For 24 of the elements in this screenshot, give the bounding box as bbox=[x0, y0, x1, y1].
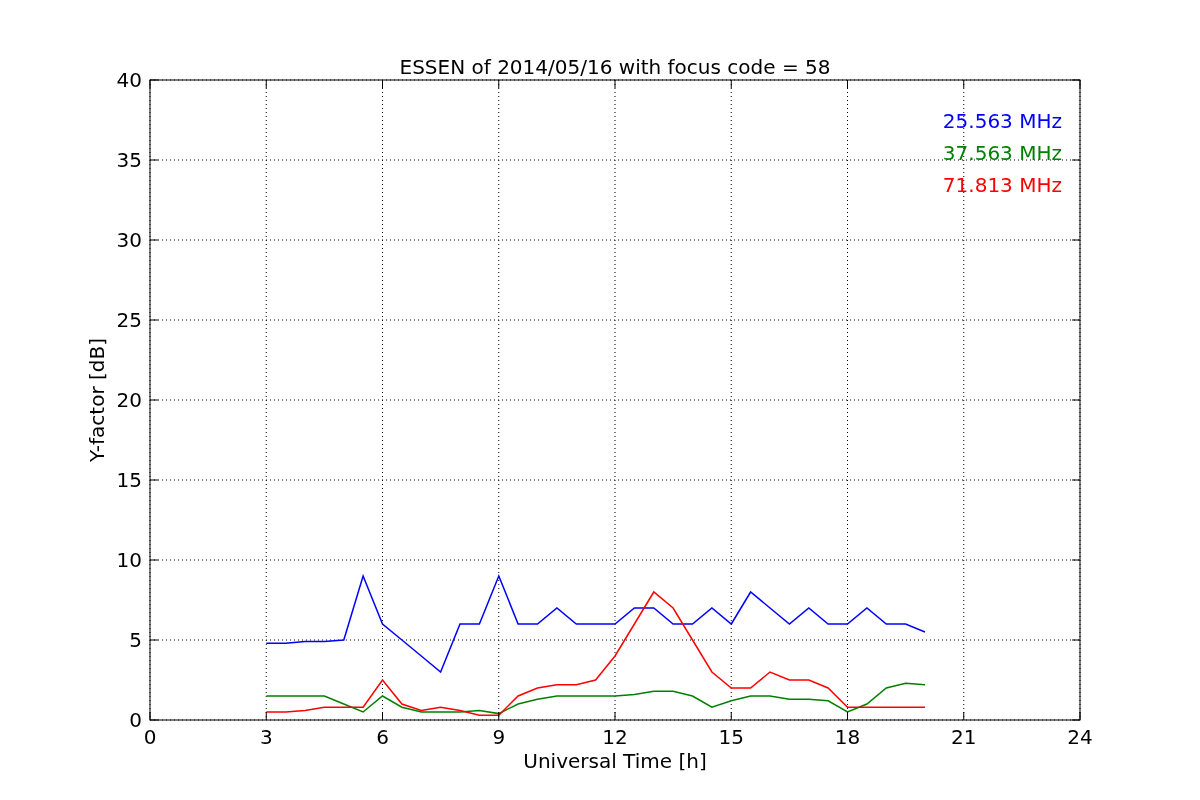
x-tick-label: 0 bbox=[143, 725, 157, 749]
x-tick-label: 24 bbox=[1067, 725, 1093, 749]
y-tick-label: 10 bbox=[116, 548, 142, 572]
x-tick-label: 6 bbox=[376, 725, 389, 749]
y-tick-label: 15 bbox=[116, 468, 142, 492]
x-tick-label: 21 bbox=[951, 725, 977, 749]
y-tick-label: 5 bbox=[129, 628, 142, 652]
x-tick-label: 18 bbox=[834, 725, 861, 749]
y-tick-label: 30 bbox=[116, 228, 142, 252]
legend-label: 37.563 MHz bbox=[942, 141, 1062, 165]
legend-label: 25.563 MHz bbox=[942, 109, 1062, 133]
legend-label: 71.813 MHz bbox=[942, 173, 1062, 197]
y-tick-label: 20 bbox=[116, 388, 142, 412]
y-axis-label: Y-factor [dB] bbox=[85, 338, 109, 462]
x-tick-label: 9 bbox=[492, 725, 506, 749]
y-tick-label: 35 bbox=[116, 148, 142, 172]
x-axis-label: Universal Time [h] bbox=[523, 749, 707, 773]
y-tick-label: 25 bbox=[116, 308, 142, 332]
x-tick-label: 12 bbox=[602, 725, 628, 749]
chart-title: ESSEN of 2014/05/16 with focus code = 58 bbox=[399, 55, 831, 79]
x-tick-label: 3 bbox=[259, 725, 273, 749]
y-tick-label: 40 bbox=[116, 68, 142, 92]
y-tick-label: 0 bbox=[129, 708, 142, 732]
x-tick-label: 15 bbox=[718, 725, 744, 749]
